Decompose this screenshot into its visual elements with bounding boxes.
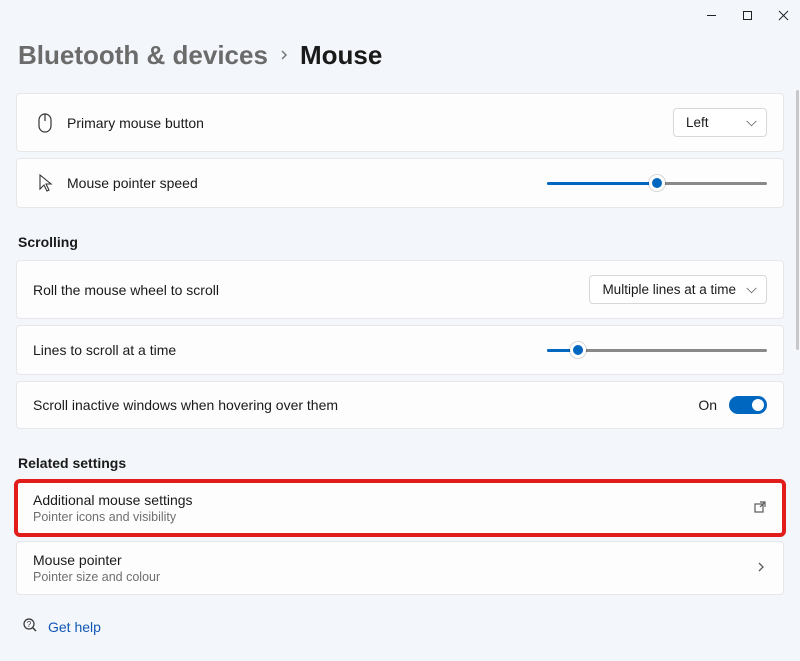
wheel-scroll-label: Roll the mouse wheel to scroll: [33, 282, 219, 298]
mouse-icon: [33, 113, 57, 133]
inactive-windows-toggle[interactable]: [729, 396, 767, 414]
chevron-right-icon: [755, 560, 767, 576]
page-content: Bluetooth & devices Mouse Primary mouse …: [0, 40, 800, 646]
page-title: Mouse: [300, 40, 382, 71]
inactive-windows-label: Scroll inactive windows when hovering ov…: [33, 397, 338, 413]
inactive-windows-row: Scroll inactive windows when hovering ov…: [16, 381, 784, 429]
lines-scroll-slider[interactable]: [547, 340, 767, 360]
additional-mouse-settings-link[interactable]: Additional mouse settings Pointer icons …: [16, 481, 784, 535]
svg-text:?: ?: [27, 620, 32, 629]
external-link-icon: [753, 500, 767, 517]
link-subtitle: Pointer icons and visibility: [33, 510, 753, 524]
help-row: ? Get help: [22, 617, 784, 636]
help-icon: ?: [22, 617, 38, 636]
minimize-button[interactable]: [702, 6, 720, 24]
chevron-right-icon: [278, 48, 290, 64]
scrollbar[interactable]: [796, 90, 799, 350]
breadcrumb-parent[interactable]: Bluetooth & devices: [18, 40, 268, 71]
primary-mouse-button-row: Primary mouse button Left: [16, 93, 784, 152]
scrolling-section-heading: Scrolling: [18, 234, 784, 250]
toggle-state-label: On: [698, 397, 717, 413]
close-button[interactable]: [774, 6, 792, 24]
lines-scroll-label: Lines to scroll at a time: [33, 342, 176, 358]
link-title: Mouse pointer: [33, 552, 755, 568]
get-help-link[interactable]: Get help: [48, 619, 101, 635]
related-section-heading: Related settings: [18, 455, 784, 471]
link-subtitle: Pointer size and colour: [33, 570, 755, 584]
lines-scroll-row: Lines to scroll at a time: [16, 325, 784, 375]
link-title: Additional mouse settings: [33, 492, 753, 508]
breadcrumb: Bluetooth & devices Mouse: [18, 40, 784, 71]
primary-button-label: Primary mouse button: [67, 115, 204, 131]
wheel-scroll-dropdown[interactable]: Multiple lines at a time: [589, 275, 767, 304]
mouse-pointer-link[interactable]: Mouse pointer Pointer size and colour: [16, 541, 784, 595]
cursor-icon: [33, 173, 57, 193]
pointer-speed-label: Mouse pointer speed: [67, 175, 198, 191]
wheel-scroll-row: Roll the mouse wheel to scroll Multiple …: [16, 260, 784, 319]
maximize-button[interactable]: [738, 6, 756, 24]
pointer-speed-slider[interactable]: [547, 173, 767, 193]
primary-button-dropdown[interactable]: Left: [673, 108, 767, 137]
pointer-speed-row: Mouse pointer speed: [16, 158, 784, 208]
title-bar: [0, 0, 800, 30]
